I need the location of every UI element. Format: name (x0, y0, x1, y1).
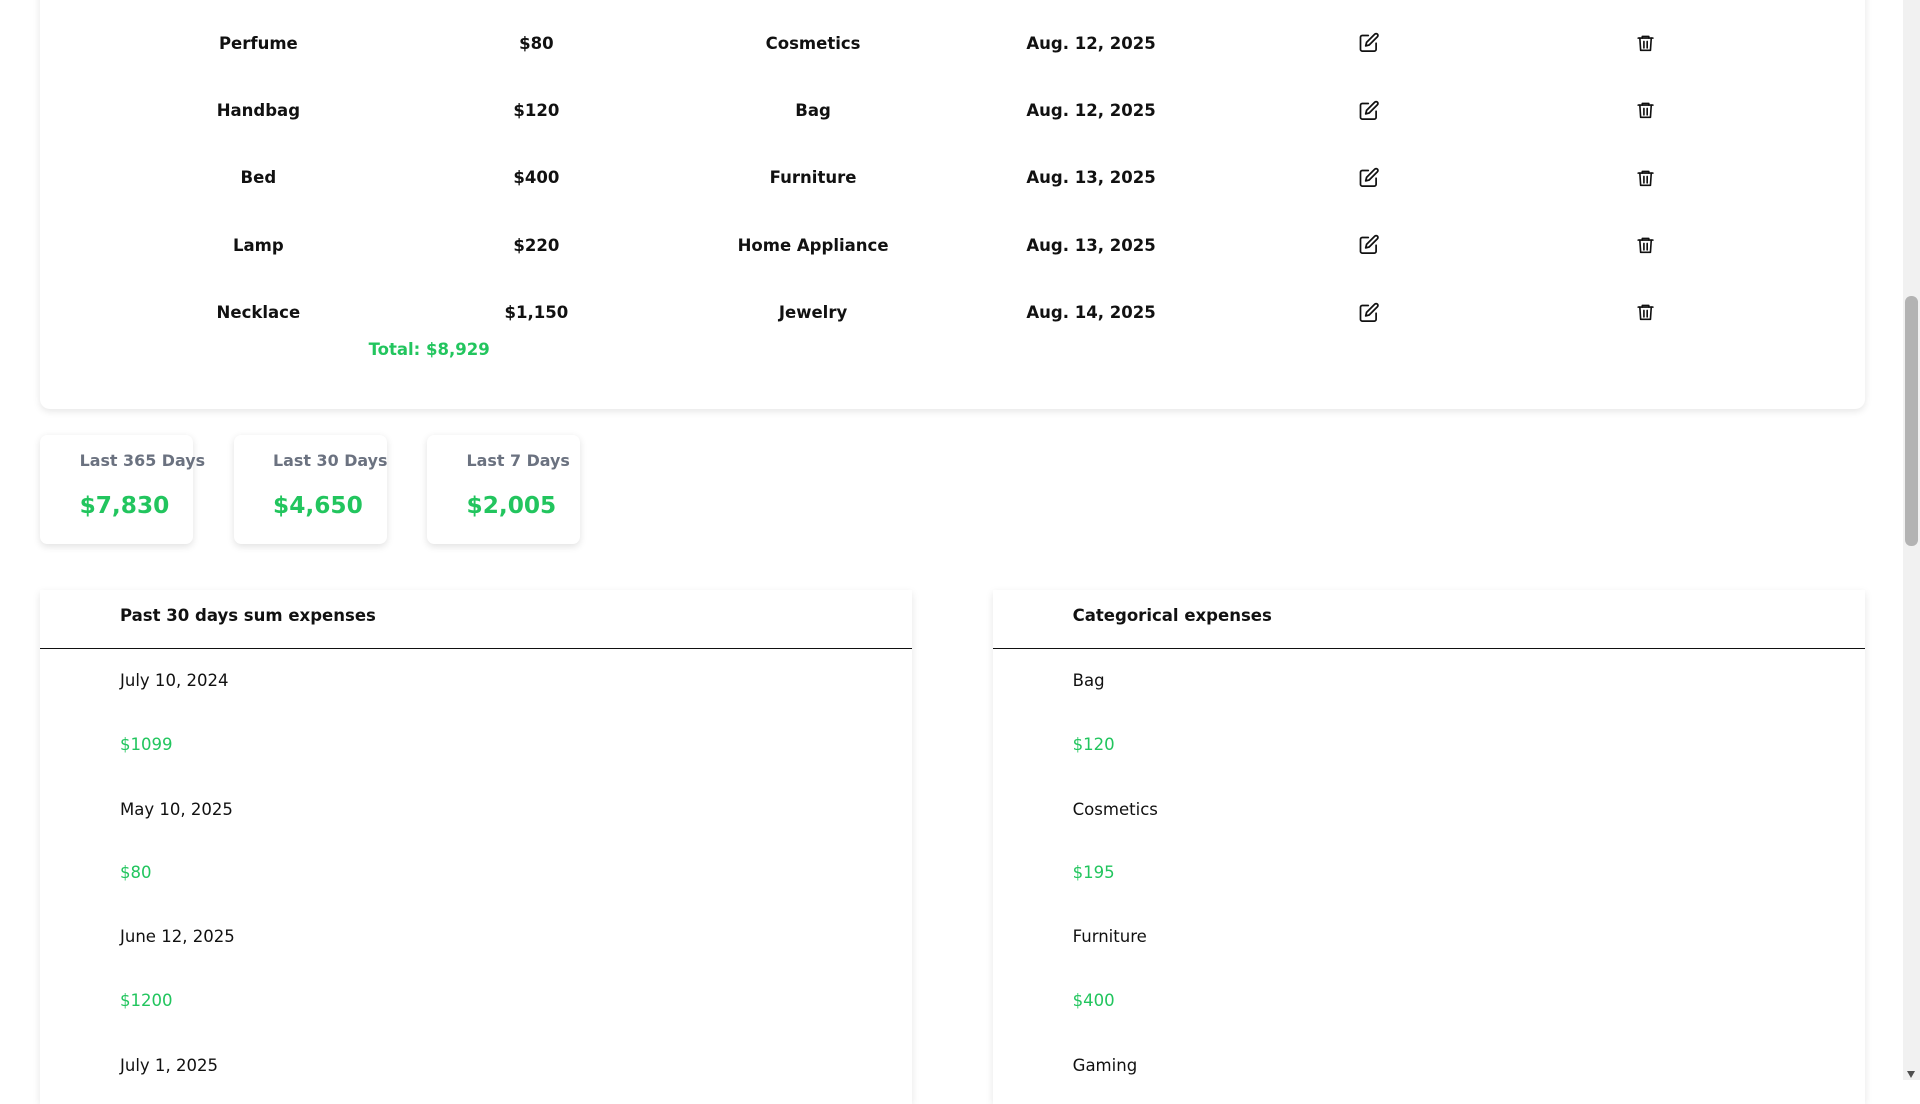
expense-date: Aug. 14, 2025 (1026, 303, 1156, 323)
list-item-date: June 12, 2025 (119, 926, 235, 946)
edit-icon[interactable] (1357, 300, 1381, 324)
table-row: Bed $400 Furniture Aug. 13, 2025 (40, 160, 1865, 197)
list-item-category: Cosmetics (1072, 799, 1158, 819)
panel-title: Past 30 days sum expenses (119, 606, 376, 626)
edit-icon[interactable] (1357, 31, 1381, 55)
list-item-date: May 10, 2025 (119, 799, 233, 819)
panel-header: Past 30 days sum expenses (40, 590, 913, 649)
expense-category: Bag (795, 101, 831, 121)
trash-icon[interactable] (1633, 233, 1657, 257)
list-item-category: Bag (1072, 671, 1105, 691)
expense-name: Lamp (233, 235, 284, 255)
trash-icon[interactable] (1633, 165, 1657, 189)
summary-label: Last 365 Days (79, 450, 206, 470)
total-label: Total: $8,929 (368, 340, 490, 360)
expense-category: Jewelry (778, 303, 848, 323)
edit-icon[interactable] (1357, 165, 1381, 189)
list-item-amount: $400 (1072, 990, 1115, 1010)
summary-card-30: Last 30 Days $4,650 (233, 434, 388, 544)
list-item-amount: $195 (1072, 863, 1115, 883)
expense-name: Necklace (216, 303, 301, 323)
expense-category: Furniture (769, 168, 857, 188)
list-item-category: Gaming (1072, 1055, 1138, 1075)
expenses-table-card: Perfume $80 Cosmetics Aug. 12, 2025 Hand… (40, 0, 1865, 409)
expense-amount: $80 (519, 33, 554, 53)
categorical-expenses-panel: Categorical expenses Bag $120 Cosmetics … (993, 590, 1865, 1104)
list-item-amount: $120 (1072, 734, 1115, 754)
expense-amount: $220 (513, 235, 560, 255)
expense-amount: $400 (513, 168, 560, 188)
past-30-days-panel: Past 30 days sum expenses July 10, 2024 … (40, 590, 913, 1104)
expense-amount: $120 (513, 101, 560, 121)
expense-category: Cosmetics (765, 33, 861, 53)
expense-date: Aug. 12, 2025 (1026, 33, 1156, 53)
scroll-down-arrow-icon[interactable] (1906, 1070, 1915, 1078)
expense-category: Home Appliance (737, 235, 889, 255)
page-scrollbar[interactable] (1902, 0, 1920, 1080)
edit-icon[interactable] (1357, 98, 1381, 122)
summary-value: $2,005 (466, 492, 557, 520)
summary-value: $4,650 (273, 492, 363, 520)
trash-icon[interactable] (1633, 98, 1657, 122)
list-item-date: July 1, 2025 (119, 1055, 218, 1075)
panel-title: Categorical expenses (1072, 606, 1272, 626)
trash-icon[interactable] (1633, 31, 1657, 55)
expense-date: Aug. 12, 2025 (1026, 101, 1156, 121)
trash-icon[interactable] (1633, 300, 1657, 324)
list-item-amount: $1200 (119, 990, 173, 1010)
summary-card-7: Last 7 Days $2,005 (427, 434, 581, 544)
expense-date: Aug. 13, 2025 (1026, 168, 1156, 188)
expense-amount: $1,150 (504, 303, 569, 323)
list-item-date: July 10, 2024 (119, 671, 229, 691)
expense-name: Perfume (218, 33, 298, 53)
list-item-category: Furniture (1072, 926, 1147, 946)
table-row: Lamp $220 Home Appliance Aug. 13, 2025 (40, 228, 1865, 265)
table-row: Handbag $120 Bag Aug. 12, 2025 (40, 93, 1865, 130)
table-row: Necklace $1,150 Jewelry Aug. 14, 2025 (40, 295, 1865, 332)
list-item-amount: $1099 (119, 734, 173, 754)
table-row: Perfume $80 Cosmetics Aug. 12, 2025 (40, 26, 1865, 63)
list-item-amount: $80 (119, 863, 152, 883)
summary-value: $7,830 (79, 492, 170, 520)
scrollbar-thumb[interactable] (1905, 296, 1918, 547)
expense-name: Bed (240, 168, 277, 188)
summary-label: Last 30 Days (273, 450, 388, 470)
expense-name: Handbag (216, 101, 301, 121)
summary-card-365: Last 365 Days $7,830 (40, 434, 205, 544)
expense-date: Aug. 13, 2025 (1026, 235, 1156, 255)
summary-label: Last 7 Days (466, 450, 570, 470)
panel-header: Categorical expenses (993, 590, 1865, 649)
edit-icon[interactable] (1357, 233, 1381, 257)
